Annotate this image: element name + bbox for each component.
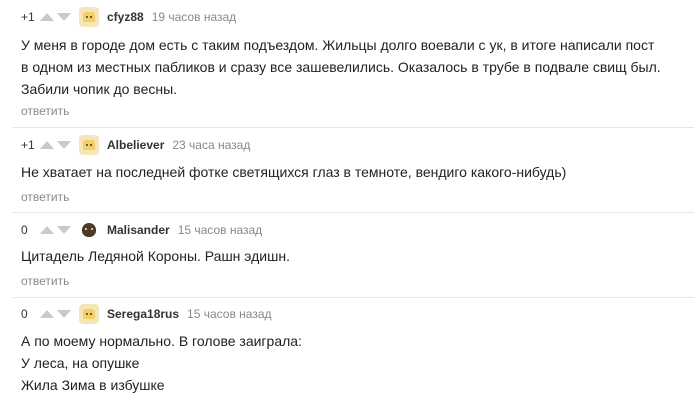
comment-time[interactable]: 15 часов назад bbox=[187, 307, 271, 321]
comment-time[interactable]: 15 часов назад bbox=[178, 223, 262, 237]
avatar[interactable] bbox=[79, 220, 99, 240]
comment-divider bbox=[12, 297, 694, 298]
comment-rating: +1 bbox=[21, 138, 35, 152]
comment-text-line: в одном из местных пабликов и сразу все … bbox=[21, 59, 661, 75]
upvote-icon[interactable] bbox=[40, 13, 54, 21]
comment-rating: +1 bbox=[21, 10, 35, 24]
comment-text-line: А по моему нормально. В голове заиграла: bbox=[21, 333, 302, 349]
comment-rating: 0 bbox=[21, 223, 28, 237]
upvote-icon[interactable] bbox=[40, 141, 54, 149]
comment-header: +1 cfyz88 19 часов назад bbox=[21, 6, 236, 28]
downvote-icon[interactable] bbox=[57, 310, 71, 318]
reply-link[interactable]: ответить bbox=[21, 274, 69, 288]
comment-body: У меня в городе дом есть с таким подъезд… bbox=[21, 34, 691, 100]
comment-divider bbox=[12, 127, 694, 128]
comment-body: Цитадель Ледяной Короны. Рашн эдишн. bbox=[21, 245, 691, 267]
comment-author[interactable]: Serega18rus bbox=[107, 307, 179, 321]
comment-header: 0 Malisander 15 часов назад bbox=[21, 219, 262, 241]
downvote-icon[interactable] bbox=[57, 226, 71, 234]
comment-header: +1 Albeliever 23 часа назад bbox=[21, 134, 250, 156]
reply-link[interactable]: ответить bbox=[21, 190, 69, 204]
comment-rating: 0 bbox=[21, 307, 28, 321]
avatar[interactable] bbox=[79, 304, 99, 324]
comment-author[interactable]: Malisander bbox=[107, 223, 170, 237]
comment-text-line: У леса, на опушке bbox=[21, 355, 140, 371]
reply-link[interactable]: ответить bbox=[21, 104, 69, 118]
upvote-icon[interactable] bbox=[40, 310, 54, 318]
comment-author[interactable]: Albeliever bbox=[107, 138, 164, 152]
comment-text-line: Жила Зима в избушке bbox=[21, 377, 165, 393]
comment-author[interactable]: cfyz88 bbox=[107, 10, 144, 24]
comment-time[interactable]: 23 часа назад bbox=[172, 138, 250, 152]
avatar[interactable] bbox=[79, 7, 99, 27]
downvote-icon[interactable] bbox=[57, 13, 71, 21]
comment-text-line: Забили чопик до весны. bbox=[21, 81, 178, 97]
comment-text-line: Не хватает на последней фотке светящихся… bbox=[21, 164, 567, 180]
comment-header: 0 Serega18rus 15 часов назад bbox=[21, 303, 272, 325]
avatar[interactable] bbox=[79, 135, 99, 155]
comment-time[interactable]: 19 часов назад bbox=[152, 10, 236, 24]
comment-text-line: Цитадель Ледяной Короны. Рашн эдишн. bbox=[21, 248, 290, 264]
upvote-icon[interactable] bbox=[40, 226, 54, 234]
downvote-icon[interactable] bbox=[57, 141, 71, 149]
comment-body: А по моему нормально. В голове заиграла:… bbox=[21, 330, 691, 396]
comment-text-line: У меня в городе дом есть с таким подъезд… bbox=[21, 37, 655, 53]
comment-body: Не хватает на последней фотке светящихся… bbox=[21, 161, 691, 183]
comment-divider bbox=[12, 212, 694, 213]
